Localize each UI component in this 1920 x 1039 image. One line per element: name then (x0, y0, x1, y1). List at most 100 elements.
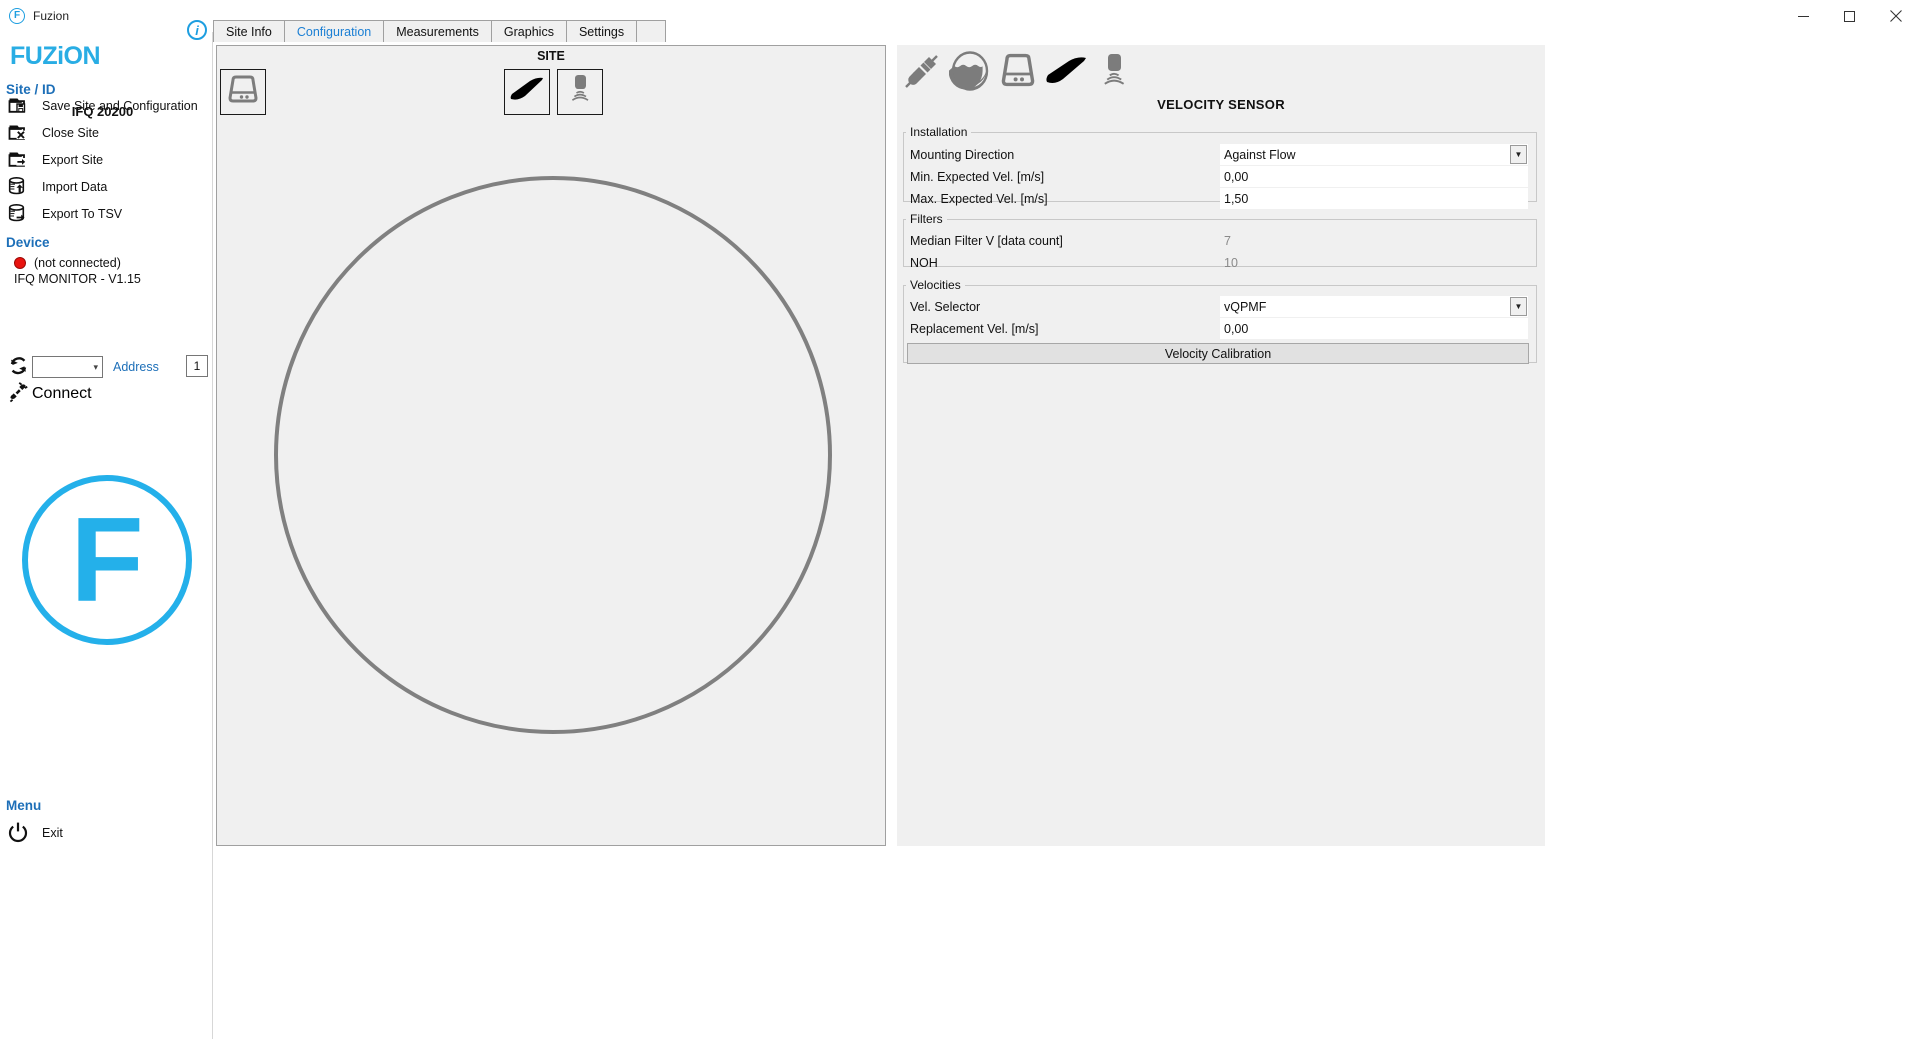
power-icon (8, 821, 32, 845)
menu-item-label: Import Data (42, 180, 108, 194)
menu-item-label: Close Site (42, 126, 99, 140)
tab-label: Site Info (226, 24, 272, 39)
menu-item-exit[interactable]: Exit (8, 820, 208, 846)
database-export-icon (8, 202, 32, 226)
velocity-wedge-icon[interactable] (1043, 48, 1089, 94)
group-installation: Installation Mounting Direction Against … (903, 125, 1537, 209)
site-velocity-sensor-button[interactable] (504, 69, 550, 115)
vel-selector-dropdown[interactable]: vQPMF ▼ (1220, 296, 1528, 317)
address-label: Address (113, 360, 159, 374)
database-import-icon (8, 175, 32, 199)
tab-configuration[interactable]: Configuration (283, 20, 385, 42)
field-max-expected-vel: Max. Expected Vel. [m/s] 1,50 (904, 188, 1536, 209)
max-expected-vel-input[interactable]: 1,50 (1220, 188, 1528, 209)
group-legend: Velocities (910, 278, 961, 292)
info-icon[interactable]: i (187, 20, 207, 40)
field-label: Replacement Vel. [m/s] (910, 321, 1039, 336)
tab-label: Settings (578, 24, 625, 39)
connect-label: Connect (32, 385, 92, 402)
folder-export-icon (8, 148, 32, 172)
noh-value: 10 (1224, 255, 1238, 270)
main-tabbar: Site Info Configuration Measurements Gra… (213, 20, 710, 42)
mounting-direction-dropdown[interactable]: Against Flow ▼ (1220, 144, 1528, 165)
chevron-down-icon[interactable]: ▼ (1510, 297, 1527, 316)
menu-item-export-tsv[interactable]: Export To TSV (8, 201, 208, 227)
velocity-wedge-icon (509, 77, 545, 108)
field-mounting-direction: Mounting Direction Against Flow ▼ (904, 144, 1536, 165)
maximize-icon[interactable] (1826, 0, 1872, 32)
site-level-sensor-button[interactable] (557, 69, 603, 115)
field-value: vQPMF (1224, 299, 1267, 314)
pipe-cross-section (274, 176, 832, 734)
field-median-filter-v: Median Filter V [data count] 7 (904, 230, 1536, 251)
tab-label: Graphics (503, 24, 554, 39)
brand-wordmark: FUZiON (10, 42, 101, 70)
folder-close-icon (8, 121, 32, 145)
group-legend: Installation (910, 125, 968, 139)
plug-connect-icon (8, 382, 32, 406)
field-label: NOH (910, 255, 938, 270)
group-filters: Filters Median Filter V [data count] 7 N… (903, 212, 1537, 270)
chevron-down-icon[interactable]: ▼ (1510, 145, 1527, 164)
window-title: Fuzion (33, 9, 70, 23)
field-label: Max. Expected Vel. [m/s] (910, 191, 1048, 206)
left-sidebar: FUZiON Site / ID IFQ 20200 Save Site and… (0, 32, 213, 1039)
field-vel-selector: Vel. Selector vQPMF ▼ (904, 296, 1536, 317)
menu-item-import-data[interactable]: Import Data (8, 174, 208, 200)
site-diagram-panel: SITE (216, 45, 886, 846)
min-expected-vel-input[interactable]: 0,00 (1220, 166, 1528, 187)
field-label: Min. Expected Vel. [m/s] (910, 169, 1045, 184)
tab-label: Measurements (396, 24, 479, 39)
connector-plug-icon[interactable] (899, 48, 945, 94)
fuzion-brand-logo: F (22, 475, 192, 645)
menu-item-export-site[interactable]: Export Site (8, 147, 208, 173)
velocity-sensor-config-panel: VELOCITY SENSOR Installation Mounting Di… (897, 45, 1545, 846)
pipe-water-icon[interactable] (947, 48, 993, 94)
field-label: Median Filter V [data count] (910, 233, 1063, 248)
config-toolbar (897, 45, 1545, 97)
site-device-button[interactable] (220, 69, 266, 115)
window-controls (1780, 0, 1920, 32)
device-status: (not connected) (14, 256, 121, 270)
field-noh: NOH 10 (904, 252, 1536, 273)
menu-item-close-site[interactable]: Close Site (8, 120, 208, 146)
device-section-header: Device (6, 235, 50, 250)
folder-save-icon (8, 94, 32, 118)
address-number-field[interactable]: 1 (186, 355, 208, 377)
address-dropdown[interactable]: ▾ (32, 356, 103, 378)
tab-label: Configuration (296, 24, 372, 39)
tab-site-info[interactable]: Site Info (213, 20, 285, 42)
logo-letter: F (70, 492, 144, 627)
menu-section-header: Menu (6, 798, 42, 813)
field-label: Vel. Selector (910, 299, 981, 314)
monitor-device-icon[interactable] (995, 48, 1041, 94)
group-velocities: Velocities Vel. Selector vQPMF ▼ Replace… (903, 278, 1537, 364)
monitor-device-icon (226, 74, 260, 111)
tab-measurements[interactable]: Measurements (383, 20, 492, 42)
level-sonar-icon (566, 73, 594, 112)
field-min-expected-vel: Min. Expected Vel. [m/s] 0,00 (904, 166, 1536, 187)
close-icon[interactable] (1872, 0, 1920, 32)
tab-settings[interactable]: Settings (565, 20, 638, 42)
velocity-calibration-button[interactable]: Velocity Calibration (907, 343, 1529, 364)
tab-graphics[interactable]: Graphics (490, 20, 567, 42)
level-sonar-icon[interactable] (1091, 48, 1137, 94)
replacement-vel-input[interactable]: 0,00 (1220, 318, 1528, 339)
median-filter-v-value: 7 (1224, 233, 1231, 248)
menu-item-label: Save Site and Configuration (42, 99, 198, 113)
device-status-label: (not connected) (34, 256, 121, 270)
config-panel-title: VELOCITY SENSOR (1157, 97, 1285, 112)
menu-item-save-site[interactable]: Save Site and Configuration (8, 93, 208, 119)
tab-filler (636, 20, 667, 42)
device-name-label: IFQ MONITOR - V1.15 (14, 272, 141, 286)
fuzion-logo-icon: F (9, 8, 25, 24)
field-replacement-vel: Replacement Vel. [m/s] 0,00 (904, 318, 1536, 339)
connect-button[interactable]: Connect (8, 382, 92, 406)
menu-item-label: Export Site (42, 153, 104, 167)
minimize-icon[interactable] (1780, 0, 1826, 32)
field-value: Against Flow (1224, 147, 1296, 162)
field-label: Mounting Direction (910, 147, 1015, 162)
refresh-icon[interactable] (8, 355, 32, 379)
chevron-down-icon: ▾ (93, 361, 98, 372)
status-indicator-icon (14, 257, 26, 269)
